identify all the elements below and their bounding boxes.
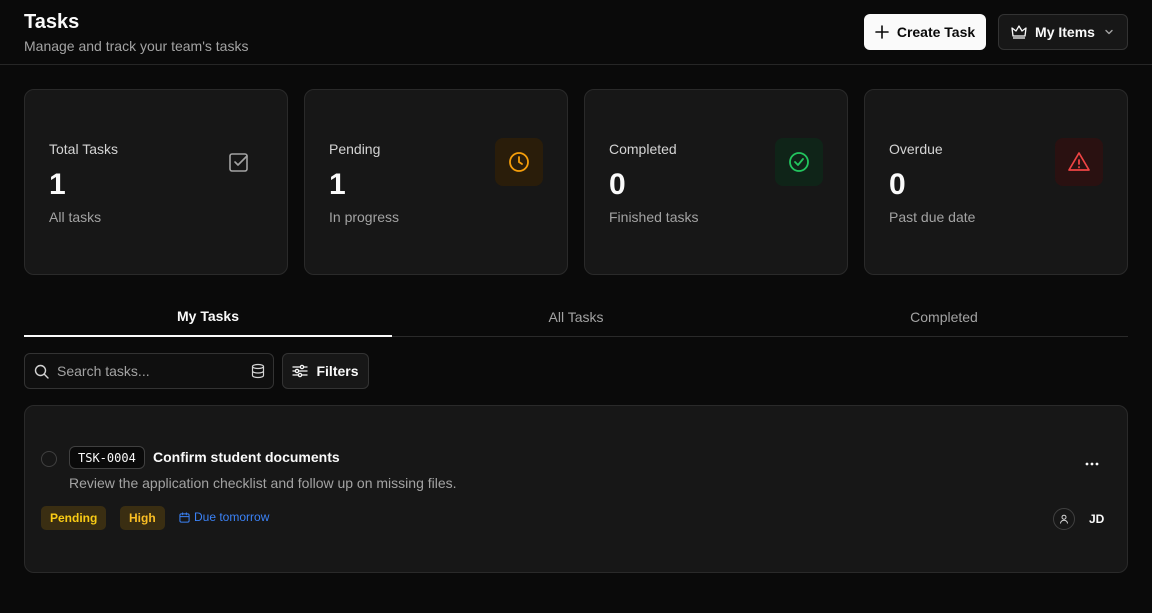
task-tabs: My Tasks All Tasks Completed — [24, 297, 1128, 337]
stat-note: Finished tasks — [609, 209, 699, 225]
stat-value: 1 — [49, 168, 66, 201]
page-title: Tasks — [24, 11, 80, 33]
stat-label: Total Tasks — [49, 141, 118, 157]
task-description: Review the application checklist and fol… — [69, 475, 457, 491]
tab-completed[interactable]: Completed — [760, 297, 1128, 337]
tab-my-tasks[interactable]: My Tasks — [24, 297, 392, 337]
status-badge: Pending — [41, 506, 107, 530]
filters-label: Filters — [316, 363, 359, 379]
search-box — [24, 353, 274, 389]
due-date: Due tomorrow — [179, 510, 269, 524]
stat-note: Past due date — [889, 209, 976, 225]
database-icon[interactable] — [250, 363, 266, 379]
create-task-button[interactable]: Create Task — [864, 14, 986, 50]
chevron-down-icon — [1103, 26, 1115, 38]
assignee-avatar[interactable] — [1053, 508, 1075, 530]
task-complete-checkbox[interactable] — [41, 451, 57, 467]
stat-note: All tasks — [49, 209, 102, 225]
check-circle-icon — [775, 138, 823, 186]
due-date-label: Due tomorrow — [194, 510, 270, 524]
filters-button[interactable]: Filters — [282, 353, 369, 389]
plus-icon — [875, 25, 889, 39]
stat-value: 0 — [609, 168, 626, 201]
alert-triangle-icon — [1055, 138, 1103, 186]
stat-card-total: Total Tasks 1 All tasks — [24, 89, 288, 275]
create-task-label: Create Task — [896, 24, 976, 40]
page-header: Tasks Manage and track your team's tasks… — [0, 0, 1152, 65]
task-title[interactable]: Confirm student documents — [153, 449, 340, 465]
stat-card-overdue: Overdue 0 Past due date — [864, 89, 1128, 275]
clock-icon — [495, 138, 543, 186]
stat-card-completed: Completed 0 Finished tasks — [584, 89, 848, 275]
my-items-label: My Items — [1035, 24, 1095, 40]
task-card[interactable]: TSK-0004 Confirm student documents Revie… — [24, 405, 1128, 573]
task-id-badge: TSK-0004 — [69, 446, 145, 469]
search-input[interactable] — [57, 354, 237, 388]
stat-card-pending: Pending 1 In progress — [304, 89, 568, 275]
stat-label: Completed — [609, 141, 677, 157]
stat-label: Overdue — [889, 141, 943, 157]
stat-note: In progress — [329, 209, 400, 225]
crown-icon — [1011, 25, 1027, 39]
tab-all-tasks[interactable]: All Tasks — [392, 297, 760, 337]
priority-badge: High — [120, 506, 165, 530]
assignee-initials: JD — [1089, 512, 1105, 526]
user-icon — [1059, 514, 1069, 524]
search-icon — [34, 364, 49, 379]
stat-value: 1 — [329, 168, 346, 201]
sliders-icon — [292, 364, 309, 378]
my-items-button[interactable]: My Items — [998, 14, 1128, 50]
page-subtitle: Manage and track your team's tasks — [24, 38, 249, 54]
calendar-icon — [179, 511, 190, 523]
stat-label: Pending — [329, 141, 381, 157]
checkbox-icon — [215, 138, 263, 186]
stat-value: 0 — [889, 168, 906, 201]
more-options-icon[interactable] — [1085, 453, 1099, 471]
